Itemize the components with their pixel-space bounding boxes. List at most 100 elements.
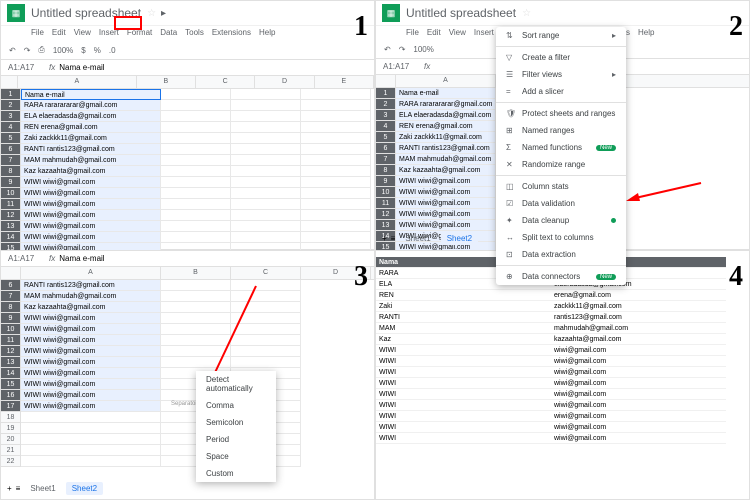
- menu-help[interactable]: Help: [638, 28, 654, 37]
- menu-insert[interactable]: Insert: [99, 28, 119, 37]
- redo-icon[interactable]: ↷: [22, 45, 33, 56]
- menu-data-connectors[interactable]: ⊕Data connectorsNew: [496, 268, 626, 285]
- menu-data-cleanup[interactable]: ✦Data cleanup: [496, 212, 626, 229]
- menu-help[interactable]: Help: [259, 28, 275, 37]
- spreadsheet-grid[interactable]: A B C D 6RANTI rantis123@gmail.com7MAM m…: [1, 267, 374, 467]
- step-number-4: 4: [729, 261, 743, 293]
- col-b[interactable]: B: [137, 76, 196, 88]
- col-a[interactable]: A: [21, 267, 161, 279]
- sep-comma[interactable]: Comma: [196, 397, 276, 414]
- ranges-icon: ⊞: [506, 126, 516, 135]
- sheet-tab-2[interactable]: Sheet2: [66, 482, 103, 495]
- split-icon: ↔: [506, 233, 516, 242]
- sheets-logo: ▦: [7, 4, 25, 22]
- formula-content[interactable]: Nama e-mail: [59, 254, 104, 263]
- sheet-tab-1[interactable]: Sheet1: [399, 232, 436, 245]
- star-icon[interactable]: ☆: [147, 8, 156, 19]
- select-all-corner[interactable]: [1, 76, 18, 88]
- menu-edit[interactable]: Edit: [427, 28, 441, 37]
- zoom-select[interactable]: 100%: [411, 44, 435, 55]
- menu-tools[interactable]: Tools: [185, 28, 204, 37]
- menu-view[interactable]: View: [74, 28, 91, 37]
- menu-split-text[interactable]: ↔Split text to columns: [496, 229, 626, 246]
- result-grid[interactable]: Nama e-mail RARArararararar@gmail.comELA…: [376, 257, 749, 444]
- name-box[interactable]: A1:A17: [5, 62, 45, 73]
- check-icon: ☑: [506, 199, 516, 208]
- function-icon: Σ: [506, 143, 516, 152]
- fx-icon: fx: [49, 254, 55, 263]
- sep-detect[interactable]: Detect automatically: [196, 371, 276, 397]
- name-box[interactable]: A1:A17: [380, 61, 420, 72]
- zoom-select[interactable]: 100%: [51, 45, 75, 56]
- folder-icon[interactable]: ▸: [161, 8, 166, 19]
- sep-period[interactable]: Period: [196, 431, 276, 448]
- col-e[interactable]: E: [315, 76, 374, 88]
- select-all-corner[interactable]: [1, 267, 21, 279]
- add-sheet-icon[interactable]: +: [382, 234, 387, 243]
- panel-4: 4 Nama e-mail RARArararararar@gmail.comE…: [375, 250, 750, 500]
- menu-column-stats[interactable]: ◫Column stats: [496, 178, 626, 195]
- currency-icon[interactable]: $: [79, 45, 87, 56]
- sparkle-icon: ✦: [506, 216, 516, 225]
- separator-dropdown: Detect automatically Comma Semicolon Per…: [196, 371, 276, 482]
- menu-file[interactable]: File: [406, 28, 419, 37]
- doc-title[interactable]: Untitled spreadsheet: [406, 6, 516, 20]
- doc-title[interactable]: Untitled spreadsheet: [31, 6, 141, 20]
- menu-named-functions[interactable]: ΣNamed functionsNew: [496, 139, 626, 156]
- connector-icon: ⊕: [506, 272, 516, 281]
- print-icon[interactable]: ⎙: [36, 44, 46, 56]
- menu-insert[interactable]: Insert: [474, 28, 494, 37]
- col-c[interactable]: C: [196, 76, 255, 88]
- panel-1: 1 ▦ Untitled spreadsheet ☆ ▸ File Edit V…: [0, 0, 375, 250]
- data-menu-dropdown: ⇅Sort range▸ ▽Create a filter ☰Filter vi…: [496, 27, 626, 285]
- menu-data-validation[interactable]: ☑Data validation: [496, 195, 626, 212]
- col-c[interactable]: C: [231, 267, 301, 279]
- name-box[interactable]: A1:A17: [5, 253, 45, 264]
- menu-data[interactable]: Data: [160, 28, 177, 37]
- spreadsheet-grid[interactable]: A B C D E 1Nama e-mail2RARA rararararar@…: [1, 76, 374, 276]
- formula-bar: A1:A17 fx Nama e-mail: [1, 60, 374, 76]
- sep-space[interactable]: Space: [196, 448, 276, 465]
- menu-format[interactable]: Format: [127, 28, 152, 37]
- step-number-1: 1: [354, 11, 368, 43]
- sheet-tab-2[interactable]: Sheet2: [441, 232, 478, 245]
- app-header: ▦ Untitled spreadsheet ☆: [376, 1, 749, 26]
- menu-sort-range[interactable]: ⇅Sort range▸: [496, 27, 626, 44]
- sheets-logo: ▦: [382, 4, 400, 22]
- chevron-right-icon: ▸: [612, 70, 616, 79]
- all-sheets-icon[interactable]: ≡: [391, 234, 396, 243]
- col-b[interactable]: B: [161, 267, 231, 279]
- add-sheet-icon[interactable]: +: [7, 484, 12, 493]
- sep-custom[interactable]: Custom: [196, 465, 276, 482]
- panel-3: 3 A1:A17 fx Nama e-mail A B C D 6RANTI r…: [0, 250, 375, 500]
- menu-add-slicer[interactable]: =Add a slicer: [496, 83, 626, 100]
- col-a[interactable]: A: [396, 75, 496, 87]
- menu-extensions[interactable]: Extensions: [212, 28, 251, 37]
- menu-create-filter[interactable]: ▽Create a filter: [496, 49, 626, 66]
- percent-icon[interactable]: %: [92, 45, 103, 56]
- toolbar: ↶ ↷ ⎙ 100% $ % .0: [1, 41, 374, 60]
- sheet-tabs: + ≡ Sheet1 Sheet2: [382, 232, 478, 245]
- menu-data-extraction[interactable]: ⊡Data extraction: [496, 246, 626, 263]
- sheet-tab-1[interactable]: Sheet1: [24, 482, 61, 495]
- decimal-icon[interactable]: .0: [107, 45, 118, 56]
- undo-icon[interactable]: ↶: [7, 45, 18, 56]
- menu-edit[interactable]: Edit: [52, 28, 66, 37]
- col-d[interactable]: D: [255, 76, 314, 88]
- fx-icon: fx: [49, 63, 55, 72]
- all-sheets-icon[interactable]: ≡: [16, 484, 21, 493]
- select-all-corner[interactable]: [376, 75, 396, 87]
- col-a[interactable]: A: [18, 76, 137, 88]
- menu-randomize[interactable]: ✕Randomize range: [496, 156, 626, 173]
- redo-icon[interactable]: ↷: [397, 44, 408, 55]
- sep-semicolon[interactable]: Semicolon: [196, 414, 276, 431]
- menu-file[interactable]: File: [31, 28, 44, 37]
- undo-icon[interactable]: ↶: [382, 44, 393, 55]
- lock-icon: 🛡: [506, 109, 516, 118]
- menu-named-ranges[interactable]: ⊞Named ranges: [496, 122, 626, 139]
- formula-content[interactable]: Nama e-mail: [59, 63, 104, 72]
- menu-filter-views[interactable]: ☰Filter views▸: [496, 66, 626, 83]
- menu-view[interactable]: View: [449, 28, 466, 37]
- menu-protect[interactable]: 🛡Protect sheets and ranges: [496, 105, 626, 122]
- star-icon[interactable]: ☆: [522, 8, 531, 19]
